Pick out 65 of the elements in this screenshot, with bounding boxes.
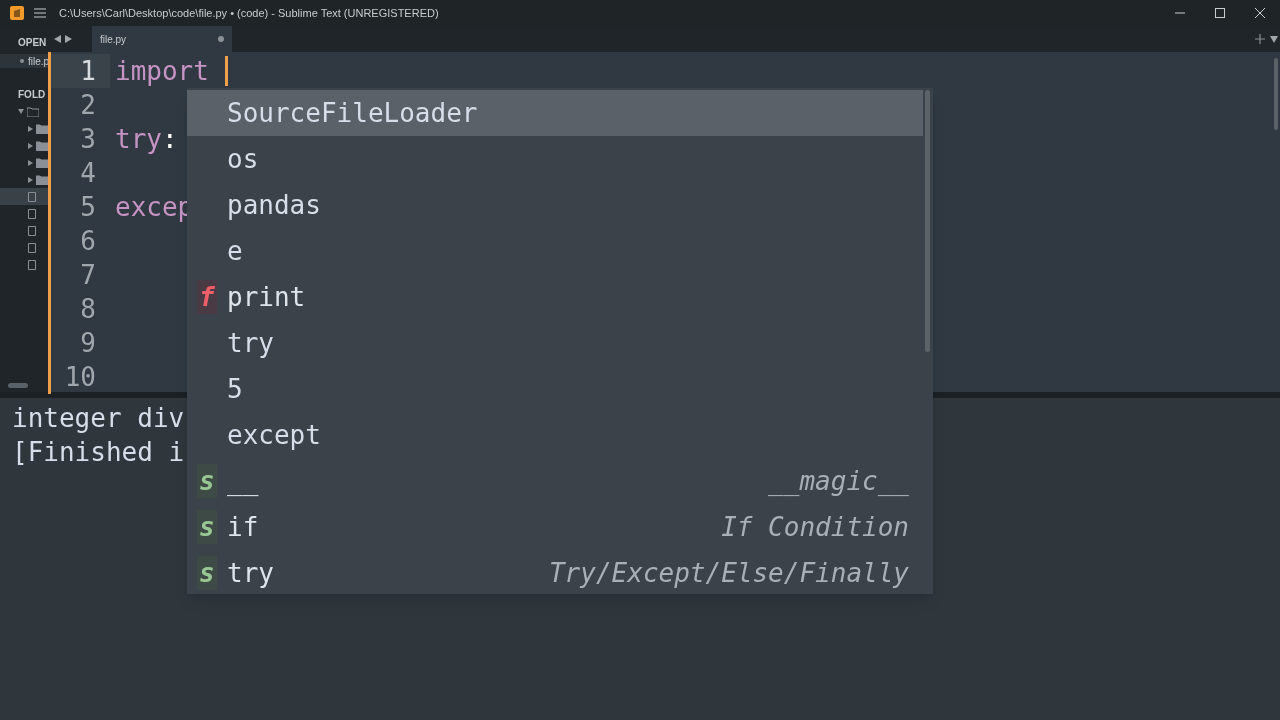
completion-annotation: Try/Except/Else/Finally <box>548 557 909 590</box>
completion-item[interactable]: s __ __magic__ <box>187 458 923 504</box>
snippet-kind-icon: s <box>197 510 217 544</box>
folder-icon <box>27 106 39 117</box>
scrollbar-thumb[interactable] <box>925 90 930 352</box>
selected-row[interactable] <box>0 188 48 205</box>
keyword: try <box>115 123 162 156</box>
completion-item[interactable]: SourceFileLoader <box>187 90 923 136</box>
completion-item[interactable]: pandas <box>187 182 923 228</box>
completion-item[interactable]: f print <box>187 274 923 320</box>
file-icon <box>28 208 36 219</box>
line-number: 6 <box>80 225 96 258</box>
line-number: 10 <box>64 361 96 394</box>
file-icon <box>28 191 36 202</box>
menu-icon[interactable] <box>34 8 46 18</box>
scrollbar-thumb[interactable] <box>8 383 28 388</box>
function-kind-icon: f <box>197 280 217 314</box>
completion-item[interactable]: 5 <box>187 366 923 412</box>
folder-icon <box>36 123 48 134</box>
completion-annotation: __magic__ <box>768 465 909 498</box>
completion-item[interactable]: try <box>187 320 923 366</box>
new-tab-icon[interactable] <box>1255 34 1265 44</box>
snippet-kind-icon: s <box>197 556 217 590</box>
close-icon <box>1255 8 1265 18</box>
completion-item[interactable]: os <box>187 136 923 182</box>
line-number: 2 <box>80 89 96 122</box>
collapsed-arrow-icon[interactable] <box>28 159 34 166</box>
file-icon <box>28 242 36 253</box>
line-number: 9 <box>80 327 96 360</box>
dropdown-icon[interactable] <box>1270 35 1278 43</box>
line-number: 8 <box>80 293 96 326</box>
folder-icon <box>36 157 48 168</box>
line-number: 7 <box>80 259 96 292</box>
next-tab-icon[interactable] <box>65 35 72 43</box>
tab[interactable]: file.py <box>92 26 232 52</box>
output-text: integer div <box>12 402 185 435</box>
code-text: : <box>161 123 178 156</box>
folder-icon <box>36 140 48 151</box>
expanded-arrow-icon[interactable] <box>18 108 24 115</box>
completion-item[interactable]: except <box>187 412 923 458</box>
keyword: import <box>115 55 209 88</box>
completion-item[interactable]: s if If Condition <box>187 504 923 550</box>
collapsed-arrow-icon[interactable] <box>28 125 34 132</box>
line-number: 3 <box>80 123 96 156</box>
snippet-kind-icon: s <box>197 464 217 498</box>
app-logo-icon <box>10 6 24 20</box>
completion-annotation: If Condition <box>721 511 909 544</box>
open-file-item[interactable]: file.p <box>0 54 48 68</box>
previous-tab-icon[interactable] <box>54 35 61 43</box>
collapsed-arrow-icon[interactable] <box>28 142 34 149</box>
line-number: 4 <box>80 157 96 190</box>
collapsed-arrow-icon[interactable] <box>28 176 34 183</box>
scrollbar-thumb[interactable] <box>1274 58 1278 130</box>
output-text: [Finished i <box>12 436 185 469</box>
file-icon <box>28 225 36 236</box>
completion-item[interactable]: s try Try/Except/Else/Finally <box>187 550 923 596</box>
file-icon <box>28 259 36 270</box>
completion-item[interactable]: e <box>187 228 923 274</box>
maximize-icon <box>1215 8 1225 18</box>
folders-header: FOLD <box>18 89 47 101</box>
line-number: 1 <box>80 55 96 88</box>
line-number: 5 <box>80 191 96 224</box>
folder-icon <box>36 174 48 185</box>
open-files-header: OPEN <box>18 37 48 49</box>
window-title: C:\Users\Carl\Desktop\code\file.py • (code) - Sublime Text (UNREGISTERED) <box>59 5 439 21</box>
